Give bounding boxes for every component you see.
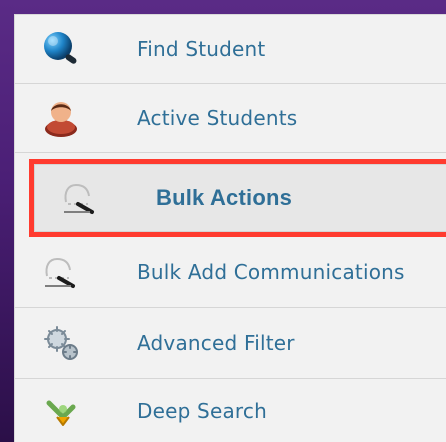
menu-item-label: Find Student (137, 37, 266, 61)
selected-row-wrapper: Bulk Actions (15, 159, 446, 237)
menu-item-deep-search[interactable]: Deep Search (15, 379, 446, 442)
bulk-add-communications-icon (37, 248, 85, 296)
bulk-actions-icon (56, 174, 104, 222)
menu-item-bulk-actions[interactable]: Bulk Actions (29, 159, 446, 237)
menu-item-bulk-add-communications[interactable]: Bulk Add Communications (15, 237, 446, 308)
deep-search-icon (37, 387, 85, 435)
menu-item-advanced-filter[interactable]: Advanced Filter (15, 308, 446, 379)
menu-item-find-student[interactable]: Find Student (15, 15, 446, 84)
left-frame-edge (0, 0, 14, 442)
menu-item-label: Bulk Add Communications (137, 260, 405, 284)
menu-item-label: Active Students (137, 106, 298, 130)
menu-item-active-students[interactable]: Active Students (15, 84, 446, 153)
menu-item-label: Advanced Filter (137, 331, 295, 355)
find-student-icon (37, 25, 85, 73)
menu-item-label: Bulk Actions (156, 185, 293, 210)
menu-item-label: Deep Search (137, 399, 267, 423)
menu-panel: Find Student Active Students Bulk Action… (14, 14, 446, 442)
menu-list: Find Student Active Students Bulk Action… (15, 15, 446, 442)
active-students-icon (37, 94, 85, 142)
advanced-filter-icon (37, 319, 85, 367)
screen: Find Student Active Students Bulk Action… (0, 0, 446, 442)
